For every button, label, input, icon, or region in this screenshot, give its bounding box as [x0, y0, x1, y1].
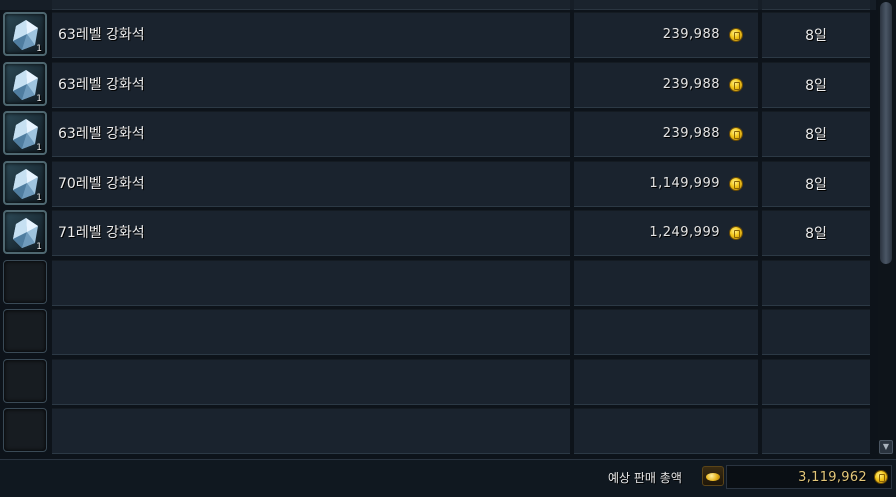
scrollbar[interactable]: ▼	[878, 0, 894, 458]
empty-time-cell	[762, 358, 870, 405]
empty-time-cell	[762, 259, 870, 306]
item-remaining-time: 8일	[805, 127, 827, 143]
item-name-cell: 63레벨 강화석	[52, 111, 570, 157]
scroll-down-arrow-icon[interactable]: ▼	[879, 440, 893, 454]
item-slot[interactable]: 1	[3, 61, 47, 106]
header-item-column[interactable]	[52, 0, 570, 10]
empty-name-cell	[52, 259, 570, 306]
item-name: 70레벨 강화석	[58, 175, 145, 192]
item-quantity: 1	[36, 242, 42, 252]
item-name-cell: 71레벨 강화석	[52, 210, 570, 256]
item-row[interactable]: 1 70레벨 강화석 1,149,999 8일	[0, 159, 876, 207]
item-quantity: 1	[36, 192, 42, 203]
item-quantity: 1	[36, 44, 42, 54]
item-time-cell: 8일	[762, 160, 870, 207]
item-slot[interactable]: 1	[3, 12, 47, 56]
empty-name-cell	[52, 309, 570, 355]
item-name-cell: 63레벨 강화석	[52, 61, 570, 108]
item-remaining-time: 8일	[805, 77, 827, 94]
empty-name-cell	[52, 408, 570, 454]
header-time-column[interactable]	[762, 0, 870, 10]
scrollbar-thumb[interactable]	[880, 2, 892, 264]
empty-item-row	[0, 258, 876, 306]
item-price: 239,988	[662, 76, 720, 92]
item-time-cell: 8일	[762, 111, 870, 157]
gold-coin-icon	[875, 471, 887, 483]
gold-coin-icon	[730, 177, 742, 190]
item-row[interactable]: 1 63레벨 강화석 239,988 8일	[0, 60, 876, 108]
empty-price-cell	[574, 358, 758, 405]
item-price: 239,988	[662, 27, 720, 42]
empty-slot	[3, 259, 47, 304]
item-row[interactable]: 1 63레벨 강화석 239,988 8일	[0, 109, 876, 157]
empty-item-row	[0, 406, 876, 454]
gold-coin-icon	[730, 29, 742, 41]
empty-time-cell	[762, 309, 870, 355]
item-price: 1,249,999	[649, 225, 720, 240]
empty-slot	[3, 309, 47, 353]
item-quantity: 1	[36, 143, 42, 153]
item-name: 71레벨 강화석	[58, 225, 145, 241]
item-price-cell: 239,988	[574, 61, 758, 108]
gold-coin-icon	[730, 227, 742, 239]
item-price-cell: 1,149,999	[574, 160, 758, 207]
empty-item-row	[0, 307, 876, 355]
item-remaining-time: 8일	[805, 226, 827, 242]
empty-slot	[3, 408, 47, 452]
list-header	[0, 0, 876, 10]
gold-pouch-icon	[702, 466, 724, 486]
gold-coin-icon	[730, 78, 742, 91]
item-remaining-time: 8일	[805, 28, 827, 44]
item-row[interactable]: 1 63레벨 강화석 239,988 8일	[0, 10, 876, 58]
gold-coin-icon	[730, 128, 742, 140]
item-name-cell: 70레벨 강화석	[52, 160, 570, 207]
empty-price-cell	[574, 309, 758, 355]
item-quantity: 1	[36, 93, 42, 104]
item-slot[interactable]: 1	[3, 210, 47, 254]
header-price-column[interactable]	[574, 0, 758, 10]
item-price: 1,149,999	[649, 175, 720, 191]
item-name: 63레벨 강화석	[58, 126, 145, 142]
expected-sale-total-value: 3,119,962	[798, 470, 867, 485]
item-time-cell: 8일	[762, 210, 870, 256]
footer-total-bar: 예상 판매 총액 3,119,962	[0, 459, 896, 497]
empty-price-cell	[574, 408, 758, 454]
expected-sale-total-label: 예상 판매 총액	[608, 471, 682, 485]
item-price-cell: 239,988	[574, 12, 758, 58]
item-time-cell: 8일	[762, 12, 870, 58]
item-remaining-time: 8일	[805, 176, 827, 193]
empty-item-row	[0, 357, 876, 405]
item-name: 63레벨 강화석	[58, 27, 145, 43]
item-price: 239,988	[662, 126, 720, 141]
item-slot[interactable]: 1	[3, 111, 47, 155]
empty-price-cell	[574, 259, 758, 306]
item-price-cell: 1,249,999	[574, 210, 758, 256]
item-time-cell: 8일	[762, 61, 870, 108]
item-price-cell: 239,988	[574, 111, 758, 157]
empty-name-cell	[52, 358, 570, 405]
expected-sale-total-box: 3,119,962	[726, 465, 892, 489]
empty-slot	[3, 358, 47, 403]
item-row[interactable]: 1 71레벨 강화석 1,249,999 8일	[0, 208, 876, 256]
item-slot[interactable]: 1	[3, 160, 47, 205]
empty-time-cell	[762, 408, 870, 454]
item-name: 63레벨 강화석	[58, 76, 145, 93]
item-name-cell: 63레벨 강화석	[52, 12, 570, 58]
